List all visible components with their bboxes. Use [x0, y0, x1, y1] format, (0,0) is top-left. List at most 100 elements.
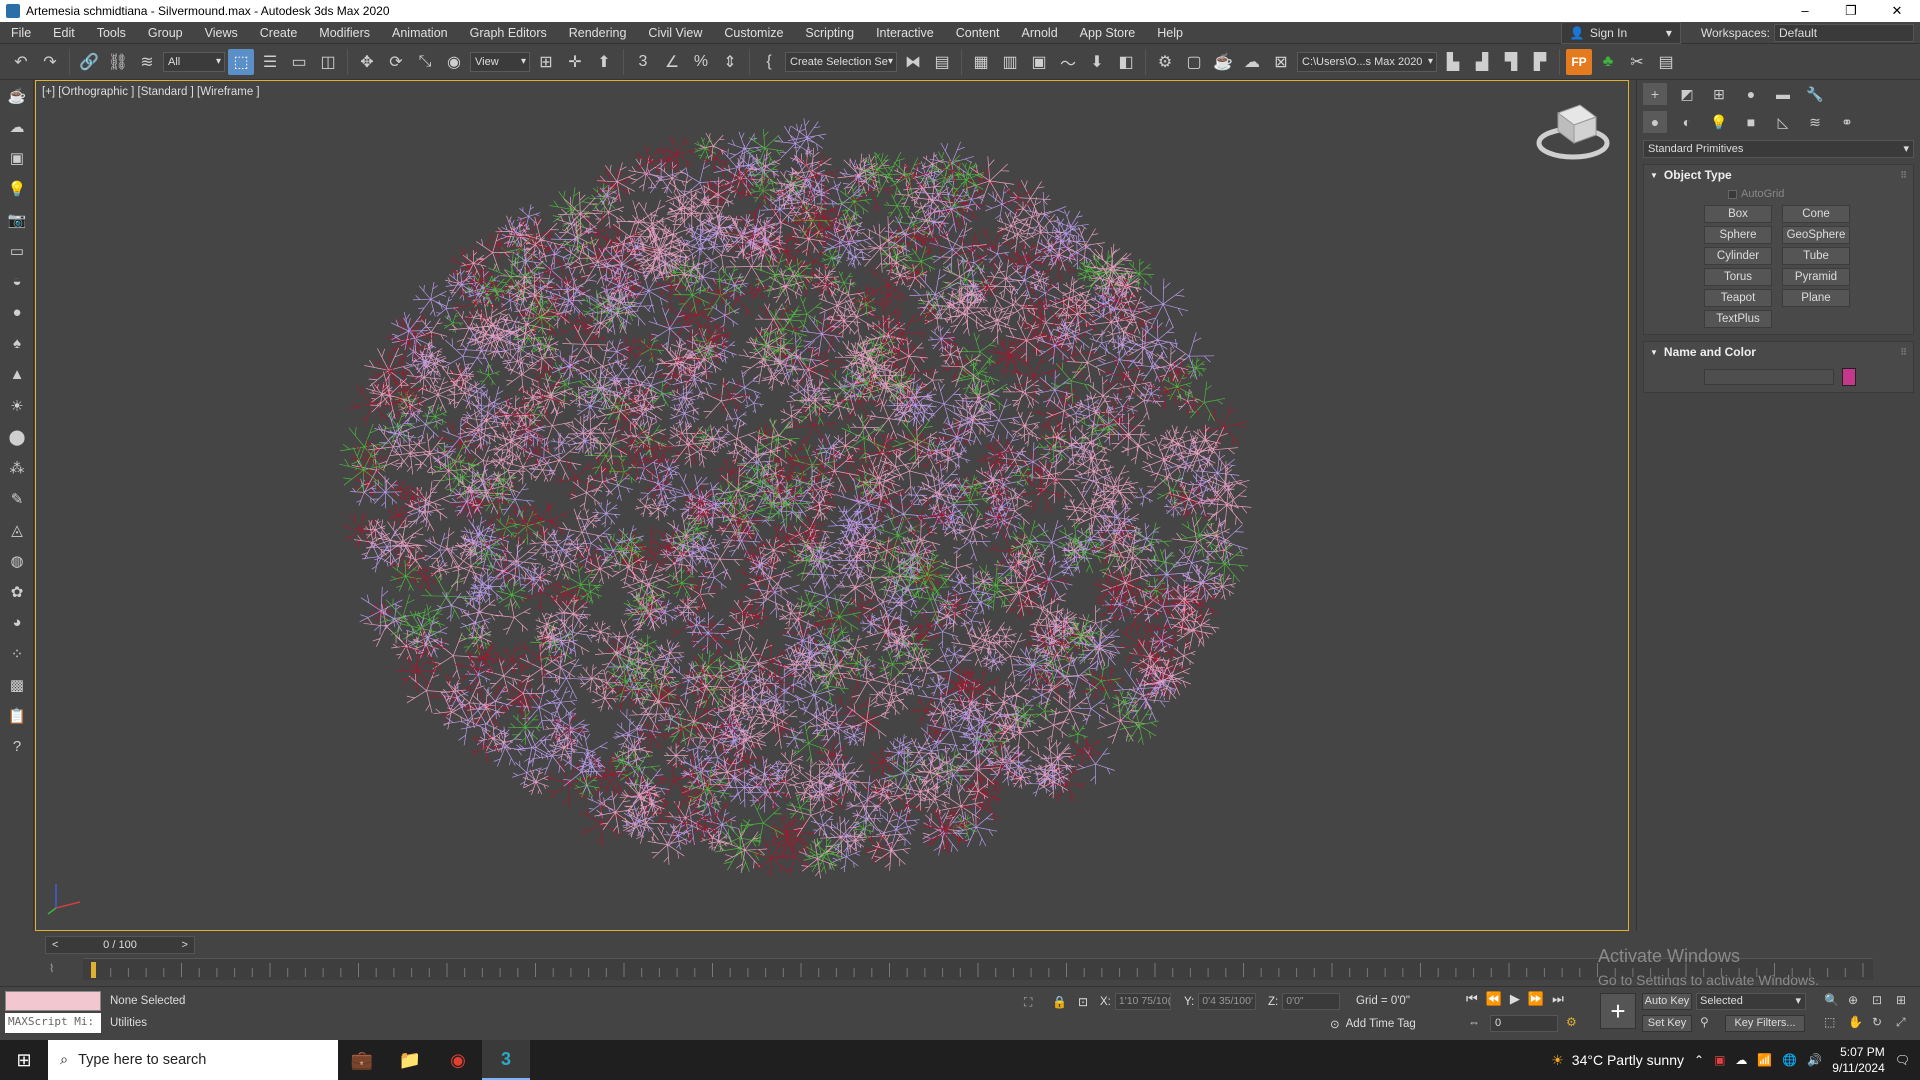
file-explorer-icon[interactable]: 📁	[386, 1040, 434, 1080]
zoom-icon[interactable]: 🔍	[1824, 993, 1839, 1007]
set-key-button[interactable]: Set Key	[1642, 1015, 1692, 1032]
sign-in-button[interactable]: 👤 Sign In ▾	[1560, 21, 1681, 44]
minimize-button[interactable]: –	[1782, 0, 1828, 22]
3ds-max-taskbar-icon[interactable]: 3	[482, 1040, 530, 1080]
help-icon[interactable]: ?	[0, 731, 34, 762]
listener-swatch[interactable]	[5, 991, 101, 1011]
menu-scripting[interactable]: Scripting	[794, 22, 865, 44]
menu-graph-editors[interactable]: Graph Editors	[459, 22, 558, 44]
x-field[interactable]: 1'10 75/10(	[1114, 993, 1171, 1010]
selection-filter-dropdown[interactable]: All	[163, 51, 225, 72]
auto-key-button[interactable]: Auto Key	[1642, 993, 1692, 1010]
link-icon[interactable]: 🔗	[76, 49, 102, 75]
notifications-icon[interactable]: 🗨	[1895, 1053, 1910, 1067]
ribbon-toggle-icon[interactable]: ▣	[1026, 49, 1052, 75]
layer-manager-icon[interactable]: ▜	[1498, 49, 1524, 75]
prev-frame-button[interactable]: <	[46, 939, 64, 951]
spreadsheet-icon[interactable]: ▤	[1653, 49, 1679, 75]
utilities-tab-icon[interactable]: 🔧	[1803, 83, 1827, 105]
z-field[interactable]: 0'0"	[1282, 993, 1341, 1010]
viewcube[interactable]	[1528, 91, 1618, 171]
weather-widget[interactable]: ☀ 34°C Partly sunny	[1551, 1052, 1684, 1069]
windows-start-icon[interactable]: ⊞	[0, 1040, 48, 1080]
lights-icon[interactable]: 💡	[1707, 111, 1731, 133]
maxscript-mini-listener[interactable]: MAXScript Mi:	[5, 1013, 101, 1033]
paint-icon[interactable]: ✎	[0, 483, 34, 514]
layer-properties-icon[interactable]: ▛	[1527, 49, 1553, 75]
menu-content[interactable]: Content	[945, 22, 1011, 44]
name-color-header[interactable]: ▼ Name and Color ⠿	[1644, 342, 1913, 362]
time-configuration-icon[interactable]: ⚙	[1566, 1015, 1577, 1029]
plane-icon[interactable]: ▭	[0, 235, 34, 266]
render-icon[interactable]: ▩	[0, 669, 34, 700]
undo-icon[interactable]: ↶	[8, 49, 34, 75]
image-icon[interactable]: ▣	[0, 142, 34, 173]
camera-icon[interactable]: 📷	[0, 204, 34, 235]
tube-button[interactable]: Tube	[1782, 247, 1850, 265]
cylinder-button[interactable]: Cylinder	[1704, 247, 1772, 265]
snaps-toggle-icon[interactable]: 3	[630, 49, 656, 75]
zoom-extents-all-icon[interactable]: ⊞	[1896, 993, 1906, 1007]
edit-named-selection-icon[interactable]: {	[756, 49, 782, 75]
plant-icon[interactable]: ♠	[0, 328, 34, 359]
orbit-icon[interactable]: ↻	[1872, 1015, 1882, 1029]
cameras-icon[interactable]: ■	[1739, 111, 1763, 133]
scene-explorer-icon[interactable]: ▦	[968, 49, 994, 75]
forest-pack-icon[interactable]: FP	[1566, 48, 1592, 75]
network-icon[interactable]: 🌐	[1782, 1053, 1797, 1067]
pyramid-button[interactable]: Pyramid	[1782, 268, 1850, 286]
lock-icon[interactable]: 🔒	[1052, 995, 1067, 1009]
select-by-name-icon[interactable]: ☰	[257, 49, 283, 75]
move-icon[interactable]: ✥	[354, 49, 380, 75]
spinner-snap-icon[interactable]: ⇕	[717, 49, 743, 75]
key-mode-icon[interactable]: ⚲	[1700, 1015, 1709, 1029]
maximize-viewport-icon[interactable]: ⤢	[1896, 1015, 1906, 1030]
globe-icon[interactable]: ◍	[0, 545, 34, 576]
menu-views[interactable]: Views	[194, 22, 249, 44]
window-crossing-icon[interactable]: ◫	[315, 49, 341, 75]
reference-coordinate-dropdown[interactable]: View	[470, 51, 530, 72]
teapot-button[interactable]: Teapot	[1704, 289, 1772, 307]
sphere-button[interactable]: Sphere	[1704, 226, 1772, 244]
render-online-icon[interactable]: ⊠	[1268, 49, 1294, 75]
scale-icon[interactable]: ⤡	[412, 49, 438, 75]
chevron-up-icon[interactable]: ⌃	[1694, 1053, 1704, 1067]
zoom-extents-icon[interactable]: ⊡	[1872, 993, 1882, 1007]
go-to-end-icon[interactable]: ⏭	[1552, 991, 1564, 1007]
render-production-icon[interactable]: ☕	[1210, 49, 1236, 75]
current-frame-marker[interactable]	[91, 962, 96, 978]
chrome-icon[interactable]: ◉	[434, 1040, 482, 1080]
pivot-center-icon[interactable]: ⊞	[533, 49, 559, 75]
cone-icon[interactable]: ▲	[0, 359, 34, 390]
angle-snap-icon[interactable]: ∠	[659, 49, 685, 75]
menu-rendering[interactable]: Rendering	[558, 22, 638, 44]
unlink-icon[interactable]: ⛓	[105, 49, 131, 75]
mirror-icon[interactable]: ⧓	[900, 49, 926, 75]
select-object-icon[interactable]: ⬚	[228, 48, 254, 75]
time-slider[interactable]: < 0 / 100 >	[45, 936, 195, 954]
menu-app-store[interactable]: App Store	[1069, 22, 1147, 44]
y-field[interactable]: 0'4 35/100'	[1198, 993, 1257, 1010]
geometry-icon[interactable]: ●	[1643, 111, 1667, 133]
material-editor-icon[interactable]: ◧	[1113, 49, 1139, 75]
tools-icon[interactable]: ✂	[1624, 49, 1650, 75]
particles-icon[interactable]: ⁂	[0, 452, 34, 483]
helpers-icon[interactable]: ◺	[1771, 111, 1795, 133]
hierarchy-tab-icon[interactable]: ⊞	[1707, 83, 1731, 105]
add-time-tag-button[interactable]: ⊙ Add Time Tag	[1330, 1017, 1416, 1031]
set-project-icon[interactable]: ▙	[1440, 49, 1466, 75]
plane-button[interactable]: Plane	[1782, 289, 1850, 307]
sun-icon[interactable]: ☀	[0, 390, 34, 421]
menu-animation[interactable]: Animation	[381, 22, 459, 44]
current-frame-field[interactable]: 0	[1490, 1015, 1558, 1032]
sphere-icon[interactable]: ●	[0, 297, 34, 328]
material-sphere-icon[interactable]: ◕	[0, 607, 34, 638]
torus-button[interactable]: Torus	[1704, 268, 1772, 286]
menu-interactive[interactable]: Interactive	[865, 22, 945, 44]
layer-add-icon[interactable]: ▟	[1469, 49, 1495, 75]
onedrive-icon[interactable]: ☁	[1735, 1053, 1747, 1067]
wifi-icon[interactable]: 📶	[1757, 1053, 1772, 1067]
tree-plugin-icon[interactable]: ♣	[1595, 49, 1621, 75]
modify-tab-icon[interactable]: ◩	[1675, 83, 1699, 105]
textplus-button[interactable]: TextPlus	[1704, 310, 1772, 328]
